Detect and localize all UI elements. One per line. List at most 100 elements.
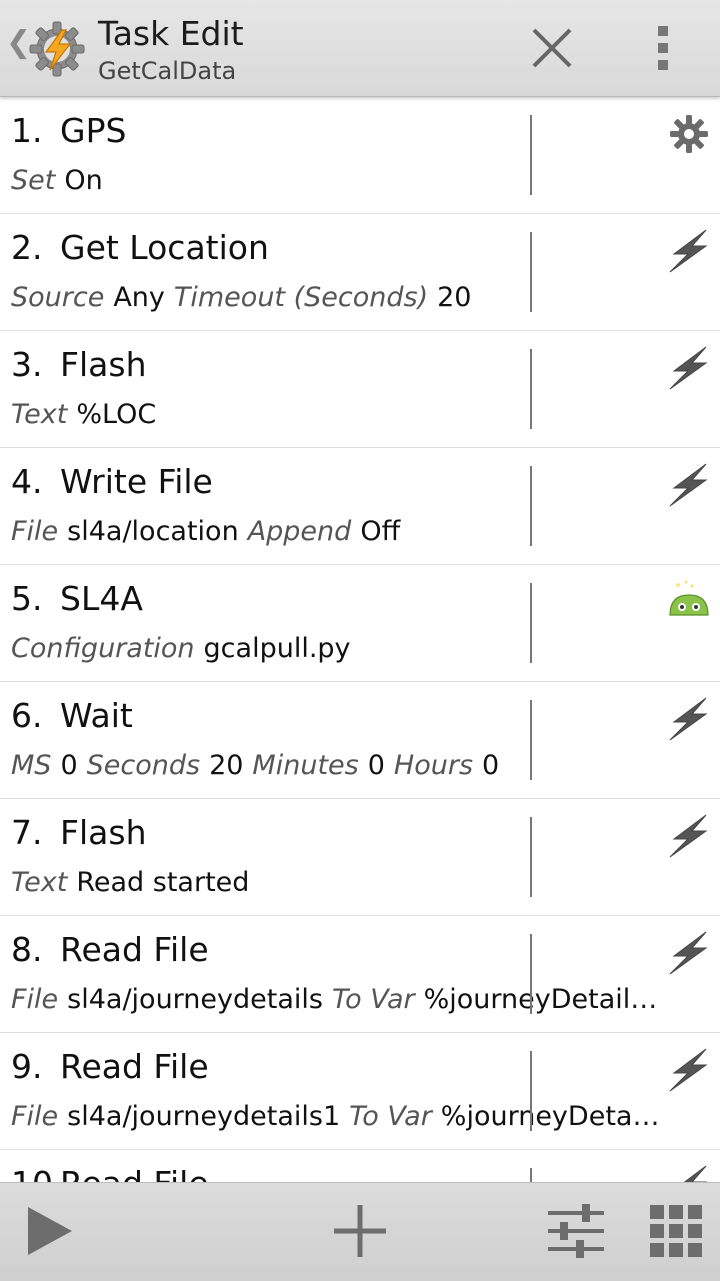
param-name: MS: [11, 750, 52, 781]
row-divider: [530, 349, 532, 429]
param-name: To Var: [349, 1101, 432, 1132]
action-title: 6. Wait: [11, 696, 133, 736]
action-params: Source Any Timeout (Seconds) 20: [11, 280, 661, 316]
action-title: 3. Flash: [11, 345, 146, 385]
action-number: 1.: [11, 111, 43, 150]
param-name: File: [11, 984, 59, 1015]
action-params: File sl4a/journeydetails To Var %journeyDet…: [11, 982, 661, 1018]
action-row[interactable]: 9. Read File File sl4a/journeydetails1 To Va…: [0, 1033, 720, 1150]
param-value: %LOC: [76, 399, 157, 430]
action-name: SL4A: [60, 579, 143, 618]
action-params: Configuration gcalpull.py: [11, 631, 661, 667]
row-divider: [530, 466, 532, 546]
param-name: Minutes: [252, 750, 359, 781]
task-name-subtitle: GetCalData: [98, 57, 237, 85]
action-params: MS 0 Seconds 20 Minutes 0 Hours 0: [11, 748, 661, 784]
param-value: 20: [437, 282, 472, 313]
action-number: 8.: [11, 930, 43, 969]
action-name: Flash: [60, 345, 147, 384]
action-params: Text Read started: [11, 865, 661, 901]
action-number: 6.: [11, 696, 43, 735]
gear-icon[interactable]: [666, 111, 712, 157]
action-number: 5.: [11, 579, 43, 618]
param-name: Timeout (Seconds): [173, 282, 429, 313]
row-divider: [530, 817, 532, 897]
lightning-icon[interactable]: [666, 228, 712, 274]
param-name: To Var: [331, 984, 415, 1015]
param-value: 20: [209, 750, 244, 781]
action-name: GPS: [60, 111, 127, 150]
param-value: 0: [60, 750, 78, 781]
action-title: 1. GPS: [11, 111, 126, 151]
lightning-icon[interactable]: [666, 1164, 712, 1182]
action-row[interactable]: 2. Get Location Source Any Timeout (Seconds)…: [0, 214, 720, 331]
action-row[interactable]: 3. Flash Text %LOC: [0, 331, 720, 448]
grid-icon[interactable]: [646, 1201, 706, 1261]
param-value: sl4a/journeydetails1: [67, 1101, 341, 1132]
lightning-icon[interactable]: [666, 345, 712, 391]
action-number: 3.: [11, 345, 43, 384]
action-name: Read File: [60, 1047, 209, 1086]
action-row[interactable]: 10.Read File: [0, 1150, 720, 1182]
lightning-icon[interactable]: [666, 462, 712, 508]
param-value: Off: [360, 516, 401, 547]
action-row[interactable]: 8. Read File File sl4a/journeydetails To Var…: [0, 916, 720, 1033]
action-row[interactable]: 5. SL4A Configuration gcalpull.py: [0, 565, 720, 682]
action-name: Wait: [60, 696, 133, 735]
close-icon[interactable]: [524, 20, 580, 76]
row-divider: [530, 1051, 532, 1131]
action-params: File sl4a/location Append Off: [11, 514, 661, 550]
action-name: Flash: [60, 813, 147, 852]
row-divider: [530, 934, 532, 1014]
param-name: Configuration: [11, 633, 195, 664]
action-title: 9. Read File: [11, 1047, 209, 1087]
overflow-menu-icon[interactable]: [648, 22, 678, 74]
param-name: Hours: [393, 750, 474, 781]
action-row[interactable]: 1. GPS Set On: [0, 97, 720, 214]
row-divider: [530, 700, 532, 780]
action-bar: ❮ Task Edit GetCalData: [0, 0, 720, 97]
param-name: Append: [247, 516, 352, 547]
action-number: 7.: [11, 813, 43, 852]
param-value: gcalpull.py: [203, 633, 351, 664]
row-divider: [530, 232, 532, 312]
action-params: File sl4a/journeydetails1 To Var %journeyDe…: [11, 1099, 661, 1135]
action-number: 2.: [11, 228, 43, 267]
param-name: File: [11, 1101, 59, 1132]
param-value: 0: [367, 750, 385, 781]
lightning-icon[interactable]: [666, 930, 712, 976]
action-row[interactable]: 7. Flash Text Read started: [0, 799, 720, 916]
lightning-icon[interactable]: [666, 813, 712, 859]
row-divider: [530, 1168, 532, 1182]
param-name: File: [11, 516, 59, 547]
param-value: %journeyDetail…: [423, 984, 658, 1015]
row-divider: [530, 115, 532, 195]
param-name: Text: [11, 399, 68, 430]
bottom-toolbar: [0, 1182, 720, 1281]
action-title: 5. SL4A: [11, 579, 143, 619]
action-title: 4. Write File: [11, 462, 213, 502]
android-sl4a-icon[interactable]: [666, 579, 712, 625]
param-value: sl4a/journeydetails: [67, 984, 323, 1015]
action-number: 10.: [11, 1164, 63, 1182]
play-icon[interactable]: [20, 1201, 80, 1261]
action-row[interactable]: 6. Wait MS 0 Seconds 20 Minutes 0 Hours 0: [0, 682, 720, 799]
plus-icon[interactable]: [330, 1201, 390, 1261]
action-params: Set On: [11, 163, 661, 199]
action-name: Read File: [60, 1164, 209, 1182]
action-row[interactable]: 4. Write File File sl4a/location Append Off: [0, 448, 720, 565]
action-list: 1. GPS Set On 2. Get Location Source Any Timeout…: [0, 97, 720, 1182]
param-value: sl4a/location: [67, 516, 239, 547]
param-value: Any: [113, 282, 165, 313]
param-name: Source: [11, 282, 105, 313]
action-params: Text %LOC: [11, 397, 661, 433]
action-title: 8. Read File: [11, 930, 209, 970]
action-number: 9.: [11, 1047, 43, 1086]
action-name: Read File: [60, 930, 209, 969]
lightning-icon[interactable]: [666, 696, 712, 742]
tasker-logo-icon[interactable]: [26, 18, 88, 80]
lightning-icon[interactable]: [666, 1047, 712, 1093]
action-title: 7. Flash: [11, 813, 146, 853]
sliders-icon[interactable]: [546, 1201, 606, 1261]
row-divider: [530, 583, 532, 663]
